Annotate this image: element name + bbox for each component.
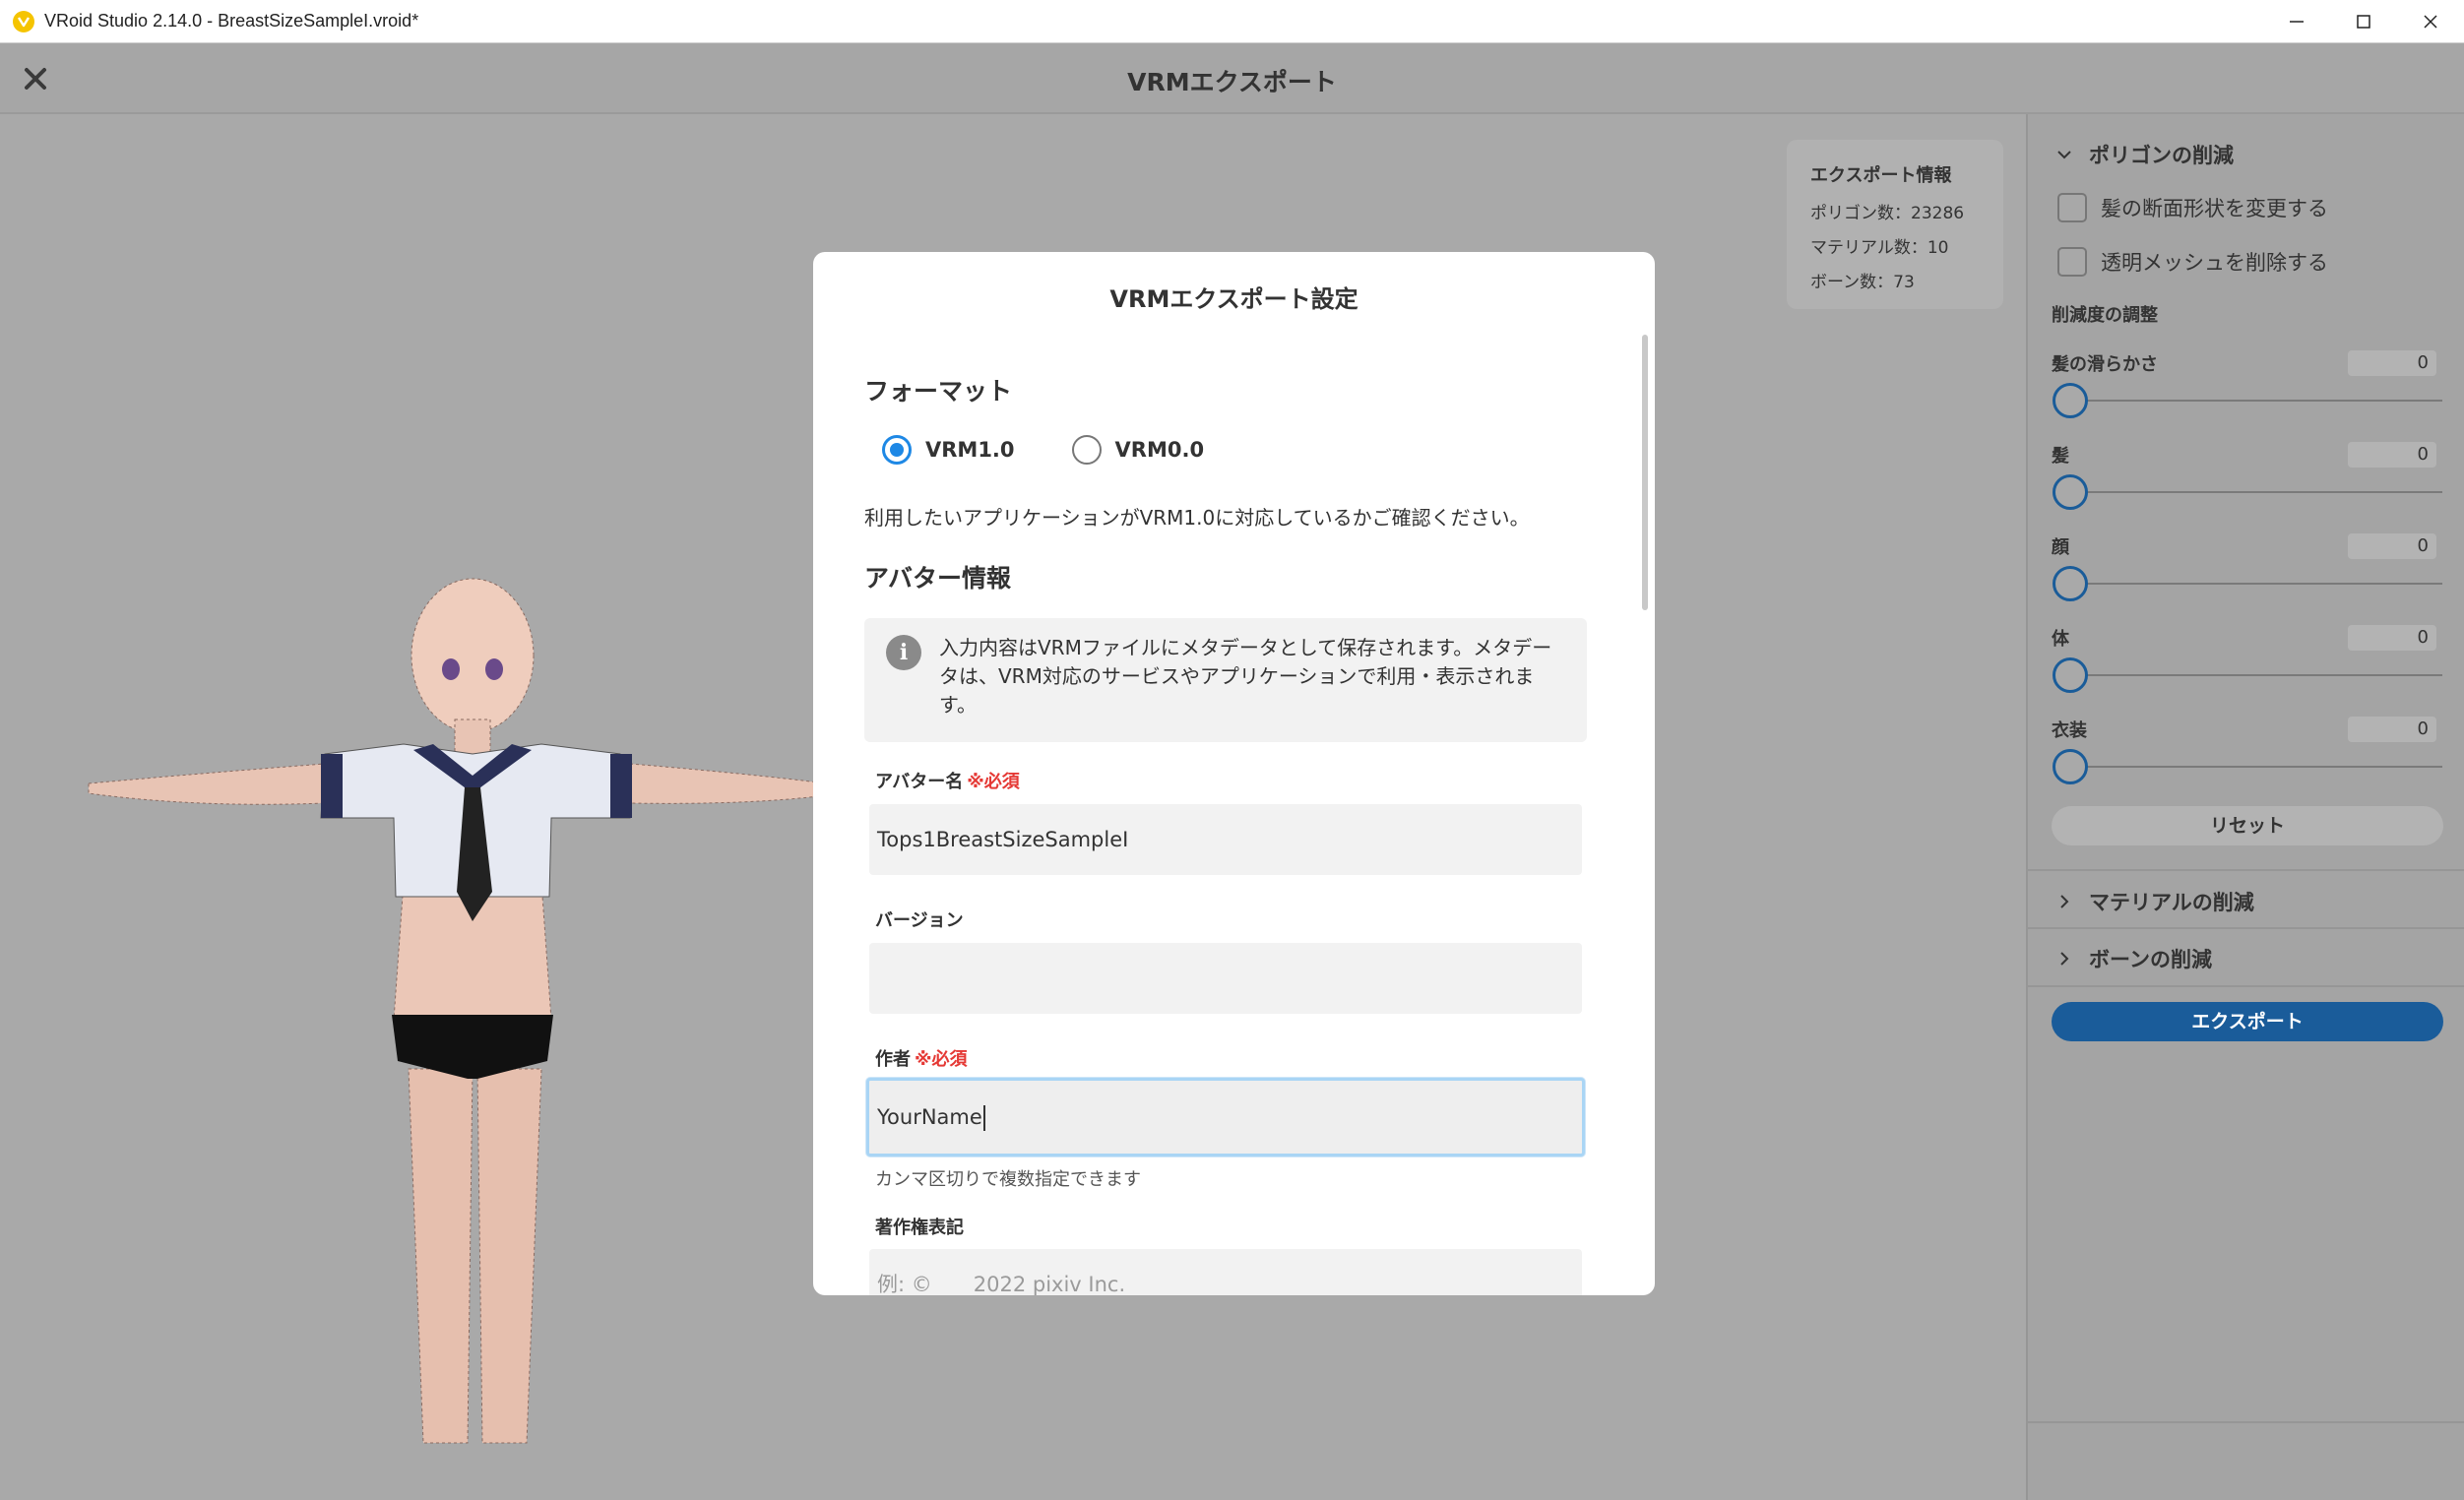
slider-track[interactable] [2057,583,2442,585]
chevron-down-icon [2057,151,2071,159]
material-reduction-section[interactable]: マテリアルの削減 [2055,887,2254,916]
slider-knob[interactable] [2053,566,2088,601]
slider-label: 顔 [2052,537,2069,558]
radio-selected-dot [890,443,904,457]
minimize-button[interactable] [2263,0,2330,43]
dialog-scrollbar[interactable] [1642,335,1648,610]
avatar-info-heading: アバター情報 [864,564,1012,593]
vrm-export-settings-dialog: VRMエクスポート設定 フォーマット VRM1.0 VRM0.0 利用したいアプ… [813,252,1655,1295]
reduction-level-label: 削減度の調整 [2052,305,2158,326]
window-title: VRoid Studio 2.14.0 - BreastSizeSampleI.… [44,11,419,31]
dialog-title: VRMエクスポート設定 [1109,285,1358,313]
format-note: 利用したいアプリケーションがVRM1.0に対応しているかご確認ください。 [864,506,1530,530]
slider-track[interactable] [2057,766,2442,768]
info-icon: i [886,635,921,670]
page-title: VRMエクスポート [1127,68,1337,96]
slider-value-field[interactable]: 0 [2348,442,2436,468]
vroid-app-icon [13,10,34,32]
slider-value-field[interactable]: 0 [2348,717,2436,742]
required-mark: ※必須 [967,772,1020,792]
avatar-name-label-text: アバター名 [875,772,964,792]
polygon-reduction-title: ポリゴンの削減 [2089,144,2234,167]
bone-count: ボーン数：73 [1810,273,1915,292]
slider-knob[interactable] [2053,383,2088,418]
export-info-title: エクスポート情報 [1810,165,1952,186]
material-reduction-title: マテリアルの削減 [2089,891,2254,914]
export-header: VRMエクスポート [0,43,2464,114]
minimize-icon [2290,21,2304,23]
slider-label: 髪の滑らかさ [2052,354,2158,375]
text-caret [982,1105,985,1131]
chevron-right-icon [2060,952,2069,966]
checkbox-box[interactable] [2057,193,2087,222]
checkbox-label: 髪の断面形状を変更する [2101,197,2328,220]
radio-vrm0[interactable] [1071,435,1102,465]
author-input[interactable]: YourName [866,1078,1585,1156]
format-heading: フォーマット [864,377,1013,406]
slider-label: 衣装 [2052,720,2087,741]
format-radio-group: VRM1.0 VRM0.0 [882,435,1204,465]
polygon-reduction-section[interactable]: ポリゴンの削減 [2055,140,2234,169]
maximize-button[interactable] [2330,0,2397,43]
polygon-count: ポリゴン数：23286 [1810,204,1965,223]
avatar-name-label: アバター名 ※必須 [875,768,1020,793]
window-controls [2263,0,2464,43]
reset-button[interactable]: リセット [2052,806,2443,845]
slider-knob[interactable] [2053,657,2088,693]
bone-reduction-section[interactable]: ボーンの削減 [2055,944,2212,973]
slider-value-field[interactable]: 0 [2348,350,2436,376]
divider [2028,985,2464,987]
checkbox-label: 透明メッシュを削除する [2101,251,2328,275]
export-button[interactable]: エクスポート [2052,1002,2443,1041]
avatar-model-preview [88,578,828,1444]
copyright-input[interactable]: 例: © 2022 pixiv Inc. [869,1249,1582,1295]
close-window-button[interactable] [2397,0,2464,43]
divider [2028,1421,2464,1423]
avatar-name-input[interactable]: Tops1BreastSizeSampleI [869,804,1582,875]
divider [2028,869,2464,871]
close-icon [2424,15,2437,29]
bone-reduction-title: ボーンの削減 [2089,948,2212,971]
metadata-info-text: 入力内容はVRMファイルにメタデータとして保存されます。メタデータは、VRM対応… [939,636,1552,717]
version-input[interactable] [869,943,1582,1014]
radio-label-vrm0[interactable]: VRM0.0 [1115,438,1205,462]
window-titlebar: VRoid Studio 2.14.0 - BreastSizeSampleI.… [0,0,2464,43]
author-label-text: 作者 [875,1049,911,1070]
export-info-box: エクスポート情報 ポリゴン数：23286 マテリアル数：10 ボーン数：73 [1787,140,2003,309]
copyright-label: 著作権表記 [875,1218,964,1238]
author-label: 作者 ※必須 [875,1045,968,1071]
slider-track[interactable] [2057,491,2442,493]
slider-label: 髪 [2052,446,2069,467]
author-input-value: YourName [877,1105,982,1129]
slider-label: 体 [2052,629,2069,650]
author-hint: カンマ区切りで複数指定できます [875,1169,1141,1190]
slider-knob[interactable] [2053,749,2088,784]
metadata-info-box: i 入力内容はVRMファイルにメタデータとして保存されます。メタデータは、VRM… [864,618,1587,742]
remove-transparent-mesh-checkbox[interactable]: 透明メッシュを削除する [2057,247,2328,277]
slider-knob[interactable] [2053,474,2088,510]
maximize-icon [2357,15,2370,29]
required-mark: ※必須 [915,1049,968,1070]
version-label: バージョン [875,910,964,931]
slider-track[interactable] [2057,400,2442,402]
chevron-right-icon [2060,895,2069,908]
hair-cross-section-checkbox[interactable]: 髪の断面形状を変更する [2057,193,2328,222]
radio-label-vrm1[interactable]: VRM1.0 [925,438,1015,462]
export-settings-panel: ポリゴンの削減 髪の断面形状を変更する 透明メッシュを削除する 削減度の調整 髪… [2026,114,2464,1500]
radio-vrm1[interactable] [882,435,912,465]
divider [2028,927,2464,929]
slider-value-field[interactable]: 0 [2348,625,2436,651]
slider-value-field[interactable]: 0 [2348,533,2436,559]
slider-track[interactable] [2057,674,2442,676]
material-count: マテリアル数：10 [1810,238,1949,258]
checkbox-box[interactable] [2057,247,2087,277]
copyright-placeholder: 例: © 2022 pixiv Inc. [877,1273,1126,1295]
